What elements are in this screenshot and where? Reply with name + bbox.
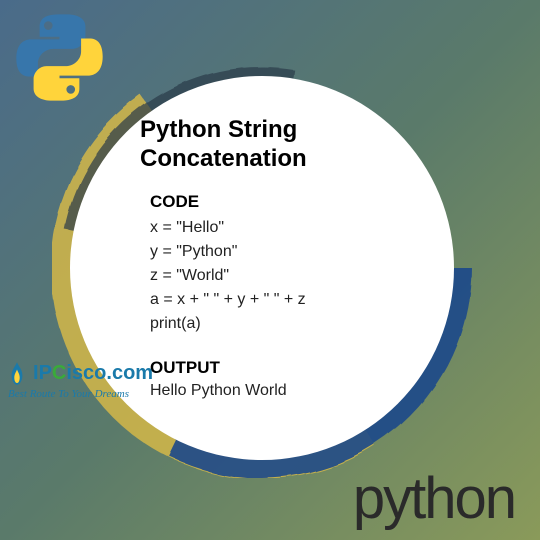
- code-line: a = x + " " + y + " " + z: [150, 288, 414, 312]
- code-line: z = "World": [150, 264, 414, 288]
- ipcisco-tagline: Best Route To Your Dreams: [8, 388, 153, 400]
- ipcisco-brand-text: IPCisco.com: [33, 362, 153, 384]
- output-text: Hello Python World: [150, 382, 414, 400]
- code-block: x = "Hello" y = "Python" z = "World" a =…: [150, 216, 414, 336]
- flame-icon: [8, 360, 26, 388]
- python-text-logo: python: [353, 465, 515, 532]
- code-line: x = "Hello": [150, 216, 414, 240]
- code-line: print(a): [150, 312, 414, 336]
- ipcisco-logo: IPCisco.com Best Route To Your Dreams: [8, 360, 153, 400]
- main-circle-container: Python String Concatenation CODE x = "He…: [52, 58, 472, 478]
- page-title: Python String Concatenation: [140, 116, 414, 174]
- output-heading: OUTPUT: [150, 358, 414, 378]
- content-circle: Python String Concatenation CODE x = "He…: [70, 76, 454, 460]
- python-logo-icon: [12, 10, 107, 105]
- code-heading: CODE: [150, 192, 414, 212]
- code-line: y = "Python": [150, 240, 414, 264]
